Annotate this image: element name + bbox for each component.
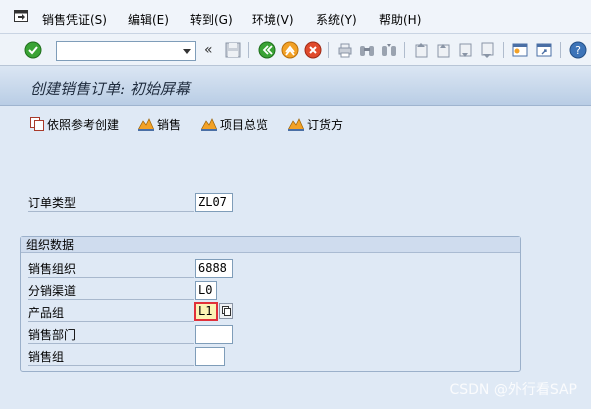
sales-office-label: 销售部门	[28, 326, 194, 344]
previous-page-icon[interactable]	[434, 41, 452, 59]
print-icon[interactable]	[336, 41, 354, 59]
create-shortcut-icon[interactable]	[535, 41, 553, 59]
menu-help[interactable]: 帮助(H)	[379, 11, 421, 28]
distribution-channel-label: 分销渠道	[28, 282, 194, 300]
save-icon[interactable]	[224, 41, 242, 59]
sales-group-label: 销售组	[28, 348, 194, 366]
svg-text:?: ?	[575, 44, 581, 57]
screen-title-bar: 创建销售订单: 初始屏幕	[0, 66, 591, 106]
next-page-icon[interactable]	[456, 41, 474, 59]
application-toolbar: 依照参考创建 销售 项目总览 订货方	[0, 106, 591, 140]
standard-toolbar: « ?	[0, 34, 591, 66]
menu-system[interactable]: 系统(Y)	[316, 11, 357, 28]
cancel-icon[interactable]	[304, 41, 322, 59]
page-title: 创建销售订单: 初始屏幕	[30, 80, 190, 98]
sales-label: 销售	[157, 117, 182, 132]
menu-sales-document[interactable]: 销售凭证(S)	[42, 11, 107, 28]
find-next-icon[interactable]	[380, 41, 398, 59]
menu-environment[interactable]: 环境(V)	[252, 11, 294, 28]
create-with-reference-button[interactable]: 依照参考创建	[30, 114, 119, 134]
new-session-icon[interactable]	[511, 41, 529, 59]
mountain-overview-icon	[201, 118, 217, 131]
chevron-down-icon[interactable]	[181, 45, 193, 57]
toolbar-separator	[560, 42, 561, 58]
toolbar-separator	[404, 42, 405, 58]
command-history-chevron[interactable]: «	[204, 42, 213, 58]
sales-org-field[interactable]: 6888	[195, 259, 233, 278]
help-icon[interactable]: ?	[569, 41, 587, 59]
org-data-group-title: 组织数据	[21, 237, 520, 253]
distribution-channel-field[interactable]: L0	[195, 281, 217, 300]
sales-button[interactable]: 销售	[138, 114, 181, 134]
create-with-reference-label: 依照参考创建	[47, 117, 120, 132]
enter-check-icon[interactable]	[24, 41, 42, 59]
menu-goto[interactable]: 转到(G)	[190, 11, 233, 28]
last-page-icon[interactable]	[478, 41, 496, 59]
copy-document-icon	[30, 117, 44, 131]
exit-icon[interactable]	[281, 41, 299, 59]
toolbar-separator	[328, 42, 329, 58]
command-field[interactable]	[56, 41, 196, 61]
first-page-icon[interactable]	[412, 41, 430, 59]
order-type-label: 订单类型	[28, 194, 194, 212]
ordering-party-button[interactable]: 订货方	[288, 114, 343, 134]
toolbar-separator	[503, 42, 504, 58]
window-menu-icon[interactable]	[14, 10, 28, 22]
item-overview-label: 项目总览	[220, 117, 269, 132]
order-type-field[interactable]: ZL07	[195, 193, 233, 212]
toolbar-separator	[248, 42, 249, 58]
find-icon[interactable]	[358, 41, 376, 59]
mountain-overview-icon	[288, 118, 304, 131]
ordering-party-label: 订货方	[307, 117, 344, 132]
value-help-icon[interactable]	[219, 303, 233, 319]
mountain-overview-icon	[138, 118, 154, 131]
watermark: CSDN @外行看SAP	[449, 382, 577, 398]
menu-bar: 销售凭证(S) 编辑(E) 转到(G) 环境(V) 系统(Y) 帮助(H)	[0, 0, 591, 34]
sales-org-label: 销售组织	[28, 260, 194, 278]
menu-edit[interactable]: 编辑(E)	[128, 11, 169, 28]
division-label: 产品组	[28, 304, 194, 322]
division-field[interactable]: L1	[194, 302, 218, 321]
sales-office-field[interactable]	[195, 325, 233, 344]
back-icon[interactable]	[258, 41, 276, 59]
sales-group-field[interactable]	[195, 347, 225, 366]
item-overview-button[interactable]: 项目总览	[201, 114, 268, 134]
